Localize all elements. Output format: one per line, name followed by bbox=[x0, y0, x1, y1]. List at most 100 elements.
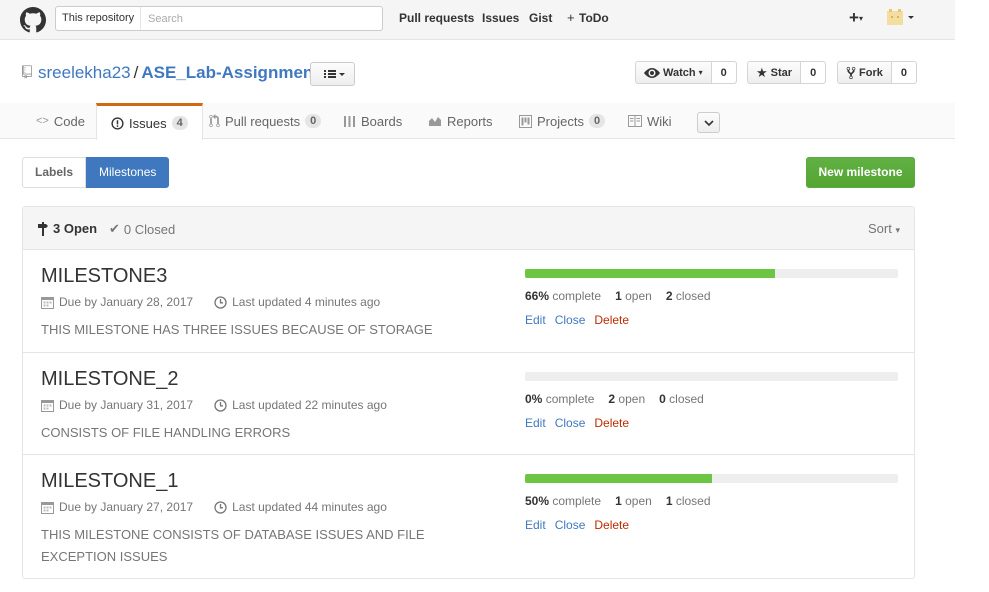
star-count[interactable]: 0 bbox=[801, 62, 826, 83]
close-link[interactable]: Close bbox=[555, 416, 586, 430]
watch-label: Watch bbox=[663, 66, 696, 79]
milestone-meta: Due by January 28, 2017 Last updated 4 m… bbox=[41, 295, 380, 309]
star-button-group: ★ Star 0 bbox=[747, 61, 827, 84]
site-header: This repository Pull requests Issues Gis… bbox=[0, 0, 955, 40]
avatar bbox=[887, 9, 914, 25]
repo-name-link[interactable]: ASE_Lab-Assignments bbox=[141, 63, 328, 82]
fork-count[interactable]: 0 bbox=[891, 62, 916, 83]
open-milestones-filter[interactable]: 3 Open bbox=[37, 221, 97, 236]
open-issues-count: 2 bbox=[608, 392, 616, 406]
user-menu[interactable] bbox=[885, 8, 915, 28]
project-icon bbox=[519, 114, 532, 128]
delete-link[interactable]: Delete bbox=[594, 416, 629, 430]
milestone-description: THIS MILESTONE CONSISTS OF DATABASE ISSU… bbox=[41, 527, 425, 564]
milestone-stats: 0% complete 2 open 0 closed bbox=[525, 392, 704, 406]
header-nav-todo[interactable]: ToDo bbox=[579, 11, 609, 25]
complete-label: complete bbox=[552, 289, 602, 303]
tab-pull-requests[interactable]: Pull requests 0 bbox=[195, 103, 335, 139]
fork-button[interactable]: Fork bbox=[838, 62, 892, 83]
milestone-last-updated: Last updated 22 minutes ago bbox=[232, 398, 387, 412]
caret-down-icon: ▾ bbox=[895, 225, 900, 235]
repo-icon bbox=[22, 65, 32, 79]
close-link[interactable]: Close bbox=[555, 313, 586, 327]
header-nav-gist[interactable]: Gist bbox=[529, 11, 552, 25]
edit-link[interactable]: Edit bbox=[525, 313, 546, 327]
tab-label: Pull requests bbox=[225, 113, 301, 129]
labels-tab[interactable]: Labels bbox=[22, 157, 87, 188]
edit-link[interactable]: Edit bbox=[525, 416, 546, 430]
open-issues-count: 1 bbox=[615, 494, 622, 508]
fork-label: Fork bbox=[859, 66, 883, 79]
tab-issues[interactable]: Issues 4 bbox=[96, 103, 203, 140]
tab-reports[interactable]: Reports bbox=[414, 103, 507, 139]
issue-opened-icon bbox=[111, 116, 124, 130]
new-milestone-button[interactable]: New milestone bbox=[806, 157, 915, 188]
delete-link[interactable]: Delete bbox=[594, 313, 629, 327]
repo-owner-link[interactable]: sreelekha23 bbox=[38, 63, 131, 82]
complete-label: complete bbox=[545, 392, 595, 406]
issues-counter: 4 bbox=[171, 116, 188, 130]
watch-count[interactable]: 0 bbox=[711, 62, 736, 83]
closed-label: closed bbox=[669, 392, 704, 406]
book-icon bbox=[628, 115, 642, 127]
milestone-title[interactable]: MILESTONE_1 bbox=[41, 470, 178, 493]
milestone-progress-bar bbox=[525, 474, 898, 483]
closed-issues-count: 2 bbox=[665, 289, 673, 303]
milestone-title[interactable]: MILESTONE3 bbox=[41, 265, 167, 288]
milestones-filter-bar: 3 Open ✔ 0 Closed Sort ▾ bbox=[23, 207, 914, 250]
close-link[interactable]: Close bbox=[555, 518, 586, 532]
milestone-title[interactable]: MILESTONE_2 bbox=[41, 368, 178, 391]
star-button[interactable]: ★ Star bbox=[748, 62, 802, 83]
open-label: open bbox=[625, 289, 652, 303]
tab-code[interactable]: <> Code bbox=[22, 103, 99, 139]
closed-milestones-filter[interactable]: ✔ 0 Closed bbox=[109, 221, 175, 237]
open-issues-count: 1 bbox=[615, 289, 622, 303]
milestone-last-updated: Last updated 44 minutes ago bbox=[232, 500, 387, 514]
milestone-description: THIS MILESTONE HAS THREE ISSUES BECAUSE … bbox=[41, 322, 433, 337]
milestone-progress-bar bbox=[525, 269, 898, 278]
closed-issues-count: 1 bbox=[665, 494, 673, 508]
milestone-actions: Edit Close Delete bbox=[525, 518, 629, 532]
github-logo-icon[interactable] bbox=[20, 7, 46, 33]
search-input[interactable] bbox=[144, 9, 374, 28]
tab-label: Reports bbox=[447, 113, 493, 129]
more-tabs-button[interactable] bbox=[697, 112, 720, 133]
clock-icon bbox=[214, 500, 227, 514]
watch-button[interactable]: Watch ▾ bbox=[636, 62, 712, 83]
git-pull-request-icon bbox=[209, 114, 220, 128]
calendar-icon bbox=[41, 296, 54, 309]
search-form: This repository bbox=[55, 6, 383, 31]
repo-title: sreelekha23/ASE_Lab-Assignments bbox=[38, 63, 328, 83]
tab-wiki[interactable]: Wiki bbox=[614, 103, 686, 139]
header-nav-pull-requests[interactable]: Pull requests bbox=[399, 11, 474, 25]
complete-label: complete bbox=[552, 494, 602, 508]
sort-menu[interactable]: Sort ▾ bbox=[868, 221, 900, 236]
milestone-icon bbox=[38, 221, 48, 236]
repo-forked-icon bbox=[846, 66, 856, 79]
graph-icon bbox=[429, 117, 441, 126]
milestone-due-date: Due by January 31, 2017 bbox=[59, 398, 194, 412]
star-label: Star bbox=[770, 66, 793, 79]
milestone-description: CONSISTS OF FILE HANDLING ERRORS bbox=[41, 425, 291, 440]
chevron-down-icon bbox=[703, 119, 714, 126]
progress-fill bbox=[525, 269, 775, 278]
header-nav-issues[interactable]: Issues bbox=[482, 11, 519, 25]
tab-label: Boards bbox=[361, 113, 403, 129]
edit-link[interactable]: Edit bbox=[525, 518, 546, 532]
milestones-tab[interactable]: Milestones bbox=[86, 157, 170, 188]
milestone-actions: Edit Close Delete bbox=[525, 313, 629, 327]
tab-projects[interactable]: Projects 0 bbox=[505, 103, 619, 139]
delete-link[interactable]: Delete bbox=[594, 518, 629, 532]
check-icon: ✔ bbox=[109, 221, 120, 236]
clock-icon bbox=[214, 295, 227, 309]
search-scope-label: This repository bbox=[56, 7, 142, 30]
milestone-row: MILESTONE3 Due by January 28, 2017 Last … bbox=[23, 250, 914, 353]
percent-complete: 50% bbox=[525, 494, 550, 508]
progress-fill bbox=[525, 474, 712, 483]
milestone-stats: 50% complete 1 open 1 closed bbox=[525, 494, 711, 508]
create-new-menu[interactable]: +▾ bbox=[849, 8, 863, 28]
repo-list-menu-button[interactable] bbox=[310, 62, 355, 86]
milestone-meta: Due by January 27, 2017 Last updated 44 … bbox=[41, 500, 387, 514]
sort-label: Sort bbox=[868, 221, 892, 236]
tab-boards[interactable]: Boards bbox=[329, 103, 416, 139]
